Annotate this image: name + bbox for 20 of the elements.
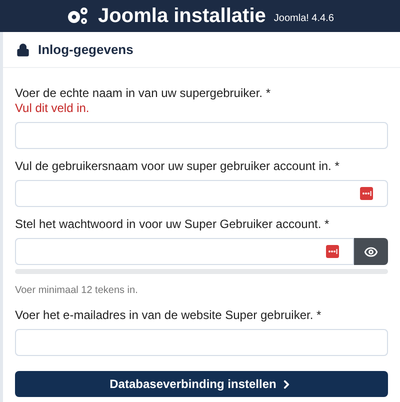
- input-field[interactable]: [15, 122, 388, 149]
- password-field[interactable]: [15, 238, 354, 265]
- error-message: Vul dit veld in.: [15, 101, 90, 116]
- input-field[interactable]: [15, 329, 388, 356]
- field-label: Vul de gebruikersnaam voor uw super gebruiker account in. *: [15, 159, 340, 174]
- section-title: Inlog-gegevens: [38, 40, 134, 59]
- show-password-button[interactable]: [354, 238, 388, 265]
- gears-icon: [66, 6, 90, 26]
- lock-icon: [16, 42, 30, 56]
- version-label: Joomla! 4.4.6: [274, 12, 334, 26]
- password-manager-icon[interactable]: [326, 245, 339, 258]
- submit-button[interactable]: Databaseverbinding instellen: [15, 371, 388, 397]
- hint-text: Voer minimaal 12 tekens in.: [15, 284, 139, 298]
- field-label: Stel het wachtwoord in voor uw Super Gebruiker account. *: [15, 217, 330, 232]
- eye-icon: [364, 244, 378, 258]
- field-label: Voer de echte naam in van uw supergebruiker. *: [15, 86, 272, 101]
- app-title: Joomla installatie: [98, 4, 266, 29]
- password-manager-icon[interactable]: [360, 187, 373, 200]
- input-field[interactable]: [15, 180, 388, 207]
- field-label: Voer het e-mailadres in van de website Super gebruiker. *: [15, 308, 322, 323]
